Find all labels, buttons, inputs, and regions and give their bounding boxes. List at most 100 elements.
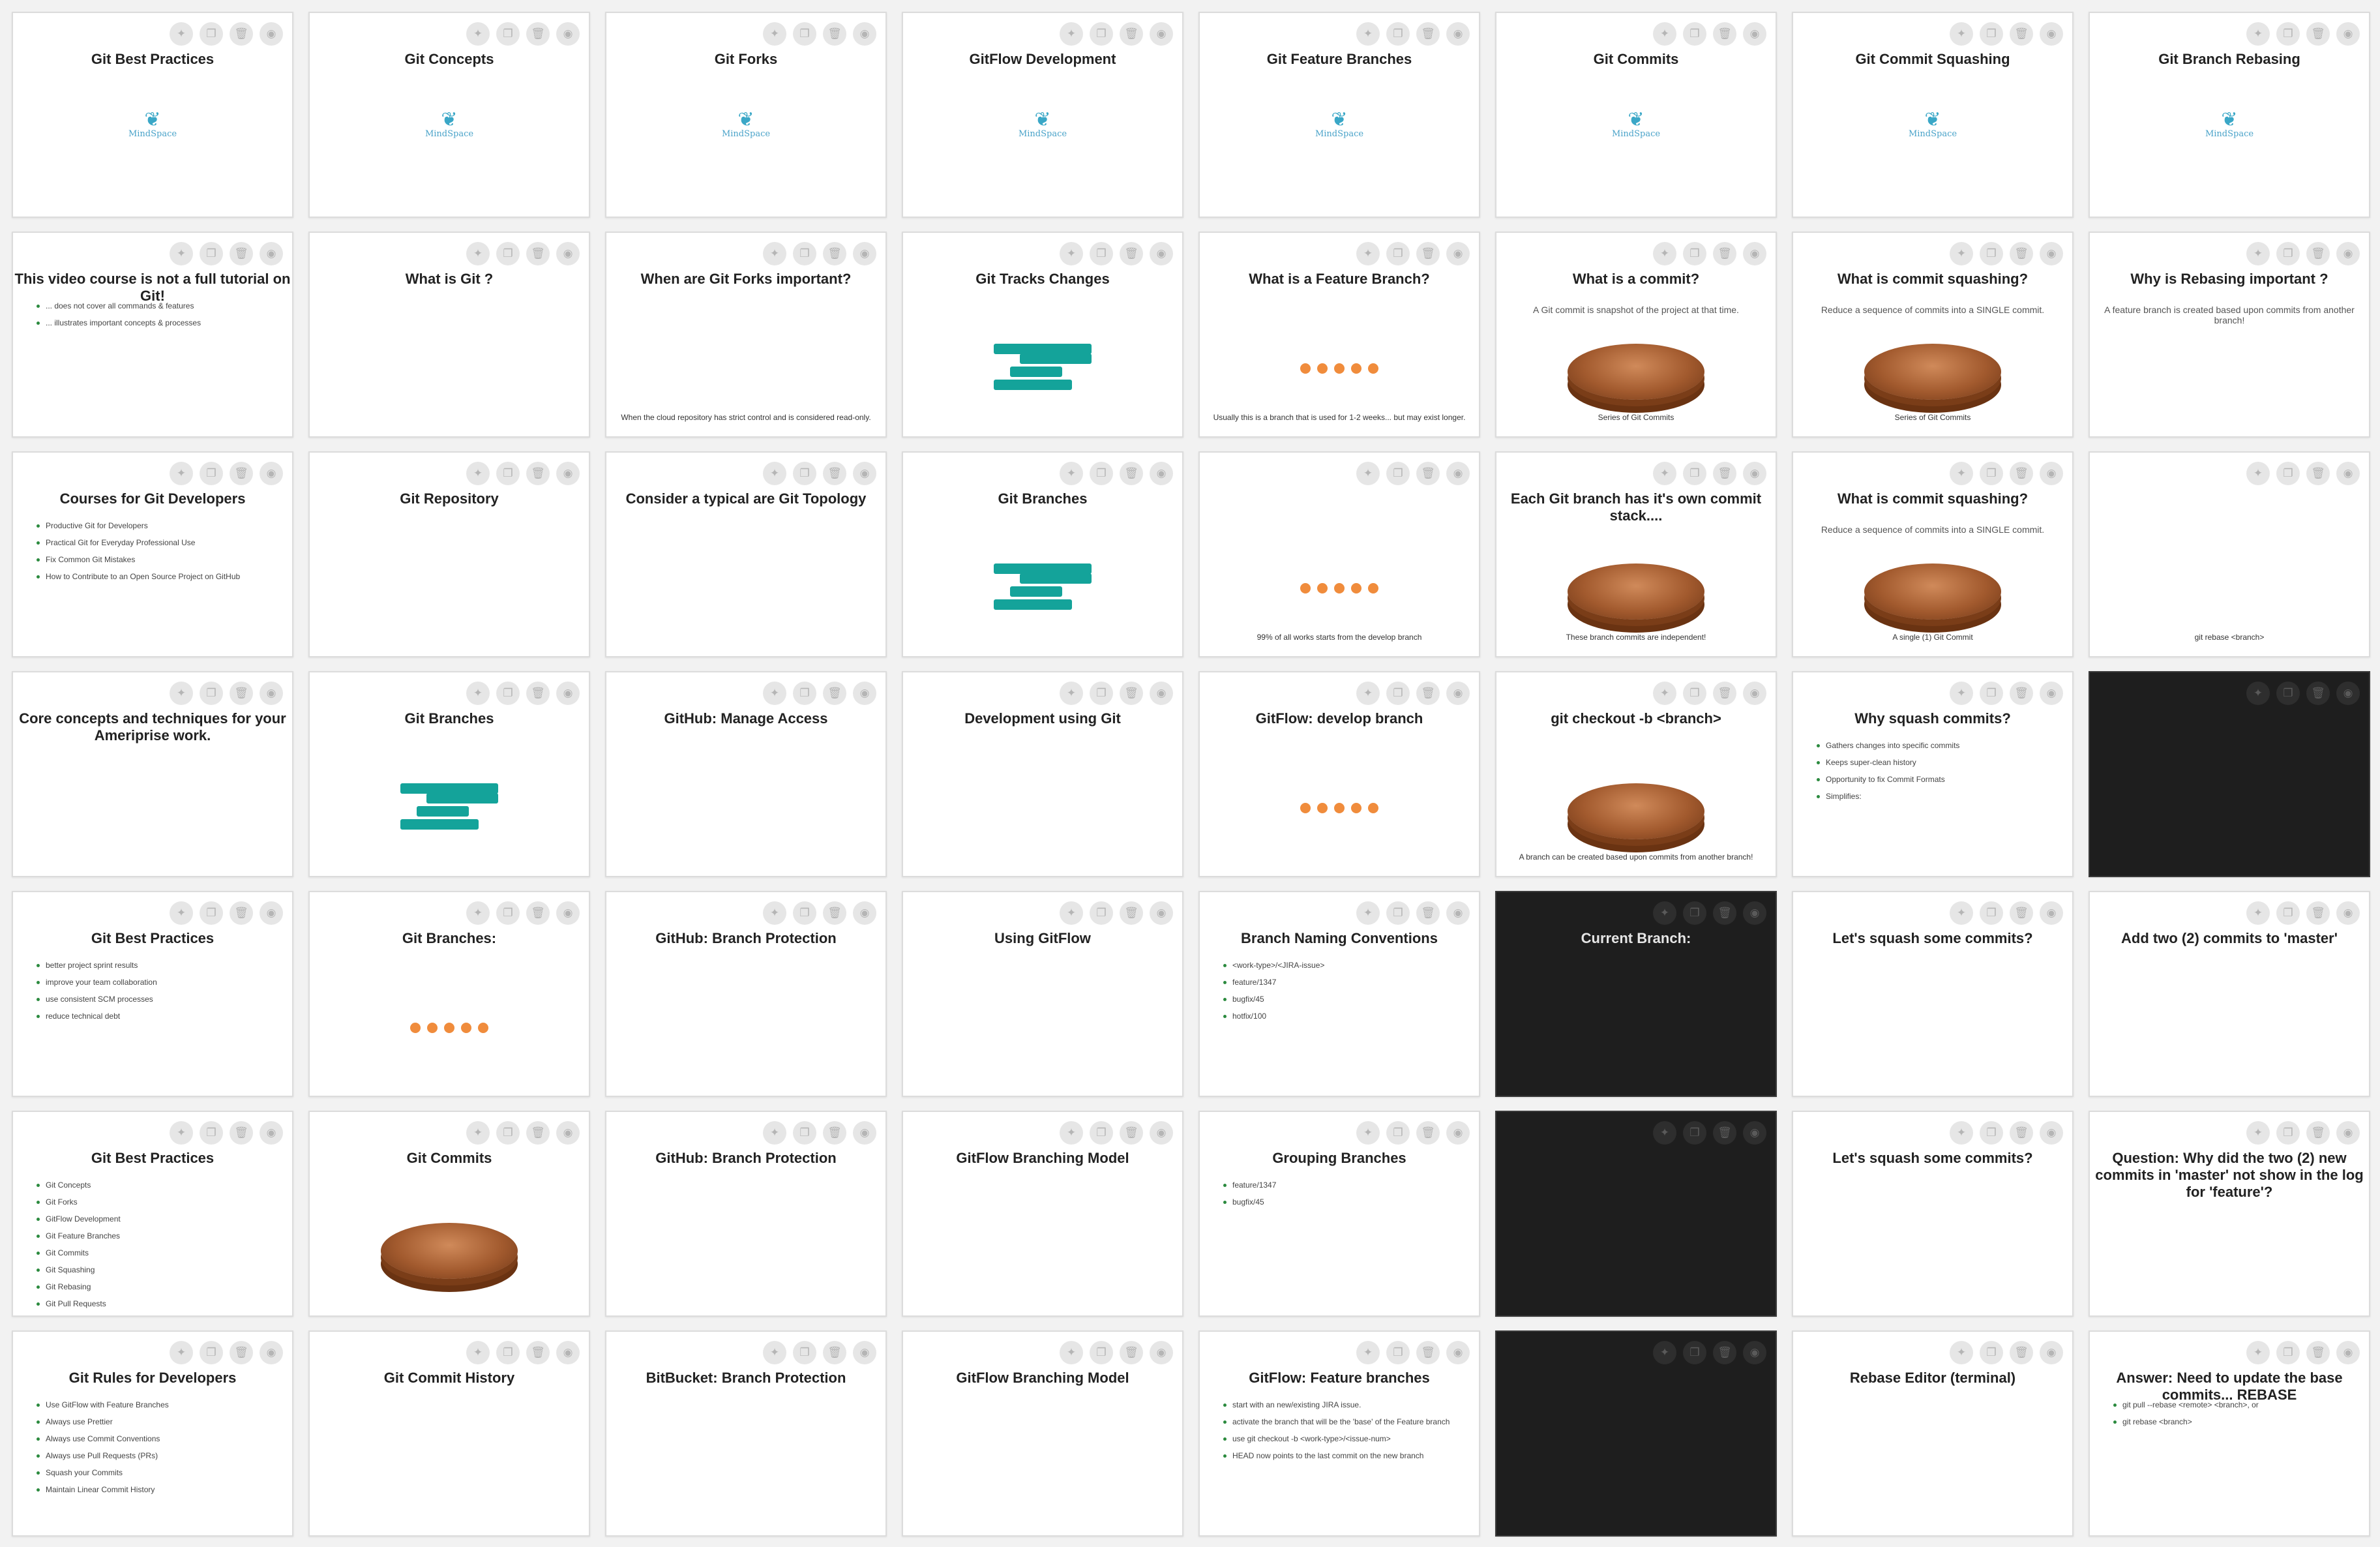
- eye-icon[interactable]: ◉: [2040, 901, 2063, 925]
- slide-thumbnail[interactable]: ✦ ❐ 🗑 ◉ Git Commit Squashing ❦ MindSpace: [1792, 12, 2074, 218]
- eye-icon[interactable]: ◉: [2040, 22, 2063, 46]
- eye-icon[interactable]: ◉: [260, 1341, 283, 1364]
- trash-icon[interactable]: 🗑: [1416, 1341, 1440, 1364]
- slide-thumbnail[interactable]: ✦ ❐ 🗑 ◉ What is a Feature Branch? Usually thi…: [1198, 232, 1480, 438]
- trash-icon[interactable]: 🗑: [230, 462, 253, 485]
- share-icon[interactable]: ✦: [1653, 682, 1676, 705]
- trash-icon[interactable]: 🗑: [823, 242, 846, 265]
- copy-icon[interactable]: ❐: [1090, 1121, 1113, 1145]
- trash-icon[interactable]: 🗑: [526, 22, 550, 46]
- slide-thumbnail[interactable]: ✦ ❐ 🗑 ◉ Git Feature Branches ❦ MindSpace: [1198, 12, 1480, 218]
- copy-icon[interactable]: ❐: [1386, 682, 1410, 705]
- slide-thumbnail[interactable]: ✦ ❐ 🗑 ◉ Question: Why did the two (2) new co…: [2089, 1111, 2370, 1317]
- copy-icon[interactable]: ❐: [200, 901, 223, 925]
- copy-icon[interactable]: ❐: [200, 22, 223, 46]
- share-icon[interactable]: ✦: [763, 462, 786, 485]
- slide-thumbnail[interactable]: ✦ ❐ 🗑 ◉ Git Repository: [308, 451, 590, 657]
- copy-icon[interactable]: ❐: [1386, 22, 1410, 46]
- slide-thumbnail[interactable]: ✦ ❐ 🗑 ◉: [1495, 1330, 1777, 1537]
- slide-thumbnail[interactable]: ✦ ❐ 🗑 ◉ Git Best Practices Git Concepts Git Fo…: [12, 1111, 293, 1317]
- eye-icon[interactable]: ◉: [853, 1341, 876, 1364]
- copy-icon[interactable]: ❐: [793, 682, 816, 705]
- share-icon[interactable]: ✦: [763, 22, 786, 46]
- copy-icon[interactable]: ❐: [2276, 1121, 2300, 1145]
- copy-icon[interactable]: ❐: [1980, 1341, 2003, 1364]
- share-icon[interactable]: ✦: [170, 1341, 193, 1364]
- copy-icon[interactable]: ❐: [496, 901, 520, 925]
- share-icon[interactable]: ✦: [466, 1341, 490, 1364]
- share-icon[interactable]: ✦: [1060, 1121, 1083, 1145]
- trash-icon[interactable]: 🗑: [1416, 462, 1440, 485]
- slide-thumbnail[interactable]: ✦ ❐ 🗑 ◉ GitHub: Manage Access: [605, 671, 887, 877]
- eye-icon[interactable]: ◉: [556, 462, 580, 485]
- eye-icon[interactable]: ◉: [2040, 462, 2063, 485]
- trash-icon[interactable]: 🗑: [2010, 1121, 2033, 1145]
- slide-thumbnail[interactable]: ✦ ❐ 🗑 ◉: [1495, 1111, 1777, 1317]
- share-icon[interactable]: ✦: [1653, 242, 1676, 265]
- trash-icon[interactable]: 🗑: [2306, 242, 2330, 265]
- share-icon[interactable]: ✦: [466, 462, 490, 485]
- slide-thumbnail[interactable]: ✦ ❐ 🗑 ◉ Git Branches:: [308, 891, 590, 1097]
- eye-icon[interactable]: ◉: [1150, 901, 1173, 925]
- trash-icon[interactable]: 🗑: [1713, 901, 1736, 925]
- slide-thumbnail[interactable]: ✦ ❐ 🗑 ◉ GitFlow Branching Model: [902, 1111, 1183, 1317]
- slide-thumbnail[interactable]: ✦ ❐ 🗑 ◉ Courses for Git Developers Productive…: [12, 451, 293, 657]
- trash-icon[interactable]: 🗑: [526, 1121, 550, 1145]
- eye-icon[interactable]: ◉: [556, 1341, 580, 1364]
- slide-thumbnail[interactable]: ✦ ❐ 🗑 ◉ Git Rules for Developers Use GitFlow …: [12, 1330, 293, 1537]
- slide-thumbnail[interactable]: ✦ ❐ 🗑 ◉ Git Commits: [308, 1111, 590, 1317]
- slide-thumbnail[interactable]: ✦ ❐ 🗑 ◉ Git Commit History: [308, 1330, 590, 1537]
- trash-icon[interactable]: 🗑: [2306, 22, 2330, 46]
- slide-thumbnail[interactable]: ✦ ❐ 🗑 ◉ GitFlow: Feature branches start with …: [1198, 1330, 1480, 1537]
- share-icon[interactable]: ✦: [1060, 462, 1083, 485]
- slide-thumbnail[interactable]: ✦ ❐ 🗑 ◉ Let's squash some commits?: [1792, 891, 2074, 1097]
- trash-icon[interactable]: 🗑: [2010, 462, 2033, 485]
- trash-icon[interactable]: 🗑: [1416, 682, 1440, 705]
- copy-icon[interactable]: ❐: [200, 462, 223, 485]
- share-icon[interactable]: ✦: [1060, 901, 1083, 925]
- trash-icon[interactable]: 🗑: [526, 462, 550, 485]
- eye-icon[interactable]: ◉: [260, 901, 283, 925]
- copy-icon[interactable]: ❐: [1980, 242, 2003, 265]
- copy-icon[interactable]: ❐: [1090, 901, 1113, 925]
- eye-icon[interactable]: ◉: [853, 462, 876, 485]
- copy-icon[interactable]: ❐: [1090, 22, 1113, 46]
- copy-icon[interactable]: ❐: [2276, 682, 2300, 705]
- share-icon[interactable]: ✦: [2246, 1341, 2270, 1364]
- share-icon[interactable]: ✦: [466, 1121, 490, 1145]
- copy-icon[interactable]: ❐: [1980, 901, 2003, 925]
- eye-icon[interactable]: ◉: [1743, 462, 1766, 485]
- share-icon[interactable]: ✦: [1950, 901, 1973, 925]
- trash-icon[interactable]: 🗑: [2010, 901, 2033, 925]
- share-icon[interactable]: ✦: [466, 901, 490, 925]
- slide-thumbnail[interactable]: ✦ ❐ 🗑 ◉ When are Git Forks important? When th…: [605, 232, 887, 438]
- eye-icon[interactable]: ◉: [1743, 682, 1766, 705]
- eye-icon[interactable]: ◉: [2040, 682, 2063, 705]
- eye-icon[interactable]: ◉: [2336, 682, 2360, 705]
- slide-thumbnail[interactable]: ✦ ❐ 🗑 ◉ What is a commit? A Git commit is sna…: [1495, 232, 1777, 438]
- trash-icon[interactable]: 🗑: [1713, 682, 1736, 705]
- copy-icon[interactable]: ❐: [1386, 1341, 1410, 1364]
- trash-icon[interactable]: 🗑: [2306, 682, 2330, 705]
- trash-icon[interactable]: 🗑: [1416, 1121, 1440, 1145]
- trash-icon[interactable]: 🗑: [2306, 1341, 2330, 1364]
- slide-thumbnail[interactable]: ✦ ❐ 🗑 ◉ Git Branches: [902, 451, 1183, 657]
- copy-icon[interactable]: ❐: [200, 1121, 223, 1145]
- slide-thumbnail[interactable]: ✦ ❐ 🗑 ◉ GitFlow Branching Model: [902, 1330, 1183, 1537]
- share-icon[interactable]: ✦: [1060, 682, 1083, 705]
- eye-icon[interactable]: ◉: [1150, 682, 1173, 705]
- slide-thumbnail[interactable]: ✦ ❐ 🗑 ◉ Each Git branch has it's own commit …: [1495, 451, 1777, 657]
- copy-icon[interactable]: ❐: [2276, 242, 2300, 265]
- copy-icon[interactable]: ❐: [793, 242, 816, 265]
- eye-icon[interactable]: ◉: [2336, 22, 2360, 46]
- trash-icon[interactable]: 🗑: [230, 901, 253, 925]
- share-icon[interactable]: ✦: [1950, 1341, 1973, 1364]
- slide-thumbnail[interactable]: ✦ ❐ 🗑 ◉ Current Branch:: [1495, 891, 1777, 1097]
- copy-icon[interactable]: ❐: [200, 682, 223, 705]
- eye-icon[interactable]: ◉: [1743, 22, 1766, 46]
- copy-icon[interactable]: ❐: [793, 1341, 816, 1364]
- eye-icon[interactable]: ◉: [1150, 22, 1173, 46]
- share-icon[interactable]: ✦: [1356, 462, 1380, 485]
- trash-icon[interactable]: 🗑: [1120, 462, 1143, 485]
- share-icon[interactable]: ✦: [2246, 242, 2270, 265]
